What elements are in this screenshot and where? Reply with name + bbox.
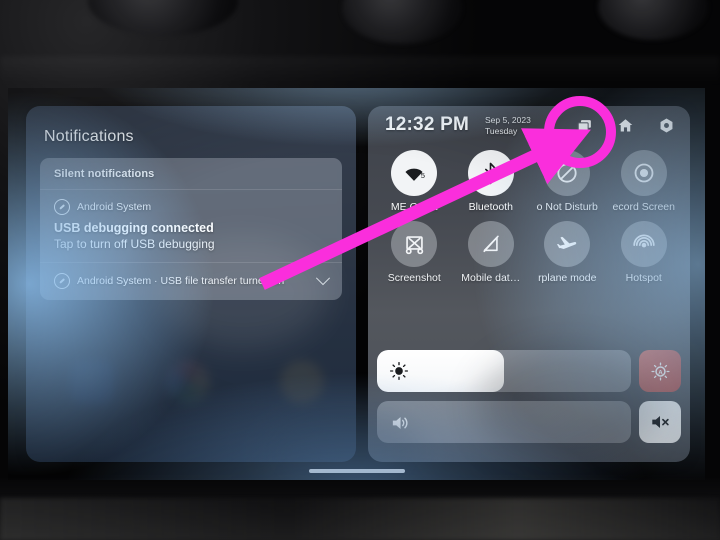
- tile-wifi[interactable]: 5 ME Guest: [376, 150, 453, 213]
- desk-surface: [0, 478, 720, 540]
- mobile-data-off-icon: [467, 221, 514, 267]
- tablet-screen: Notifications Silent notifications Andro…: [8, 88, 705, 480]
- tile-label: o Not Disturb: [536, 201, 598, 213]
- date-line: Sep 5, 2023: [485, 115, 531, 125]
- clock-date[interactable]: Sep 5, 2023 Tuesday: [485, 115, 531, 137]
- tile-screenshot[interactable]: Screenshot: [376, 221, 453, 284]
- home-icon[interactable]: [616, 116, 635, 135]
- wifi-icon: 5: [391, 150, 438, 196]
- glass-smudge: [158, 238, 328, 348]
- tile-label: rplane mode: [538, 272, 597, 284]
- tile-label: Hotspot: [625, 272, 662, 284]
- svg-text:5: 5: [421, 171, 425, 180]
- quick-settings-header: 12:32 PM Sep 5, 2023 Tuesday: [368, 106, 690, 148]
- tile-airplane-mode[interactable]: rplane mode: [529, 221, 606, 284]
- recent-apps-icon[interactable]: [575, 116, 594, 135]
- weekday-line: Tuesday: [485, 126, 518, 136]
- tile-label: ME Guest: [390, 201, 438, 213]
- tile-bluetooth[interactable]: Bluetooth: [453, 150, 530, 213]
- brightness-icon: [389, 361, 409, 381]
- svg-text:A: A: [658, 369, 663, 376]
- tile-mobile-data[interactable]: Mobile dat…: [453, 221, 530, 284]
- tile-label: Bluetooth: [468, 201, 513, 213]
- clock-time[interactable]: 12:32 PM: [385, 114, 469, 136]
- tile-label: Screenshot: [387, 272, 441, 284]
- tile-record-screen[interactable]: ecord Screen: [606, 150, 683, 213]
- bluetooth-icon: [467, 150, 514, 196]
- quick-settings-tiles: 5 ME Guest Bluetooth o Not Disturb ecord…: [376, 150, 682, 284]
- home-indicator[interactable]: [308, 469, 405, 473]
- tile-label: Mobile dat…: [461, 272, 521, 284]
- do-not-disturb-icon: [544, 150, 591, 196]
- settings-gear-icon[interactable]: [657, 116, 676, 135]
- screenshot-icon: [391, 221, 438, 267]
- android-system-icon: [54, 199, 70, 215]
- notification-app-row: Android System: [54, 199, 328, 215]
- tile-hotspot[interactable]: Hotspot: [606, 221, 683, 284]
- page-title: Notifications: [44, 128, 134, 145]
- notification-headline: USB debugging connected: [54, 221, 214, 235]
- tile-do-not-disturb[interactable]: o Not Disturb: [529, 150, 606, 213]
- header-icon-group: [575, 116, 676, 135]
- hotspot-icon: [620, 221, 667, 267]
- android-system-icon: [54, 273, 70, 289]
- tile-label: ecord Screen: [612, 201, 675, 213]
- record-screen-icon: [620, 150, 667, 196]
- screenshot-root: Notifications Silent notifications Andro…: [0, 0, 720, 540]
- silent-notifications-header: Silent notifications: [40, 158, 342, 190]
- airplane-icon: [544, 221, 591, 267]
- glass-smudge: [478, 346, 658, 466]
- notification-app-name: Android System: [77, 201, 152, 213]
